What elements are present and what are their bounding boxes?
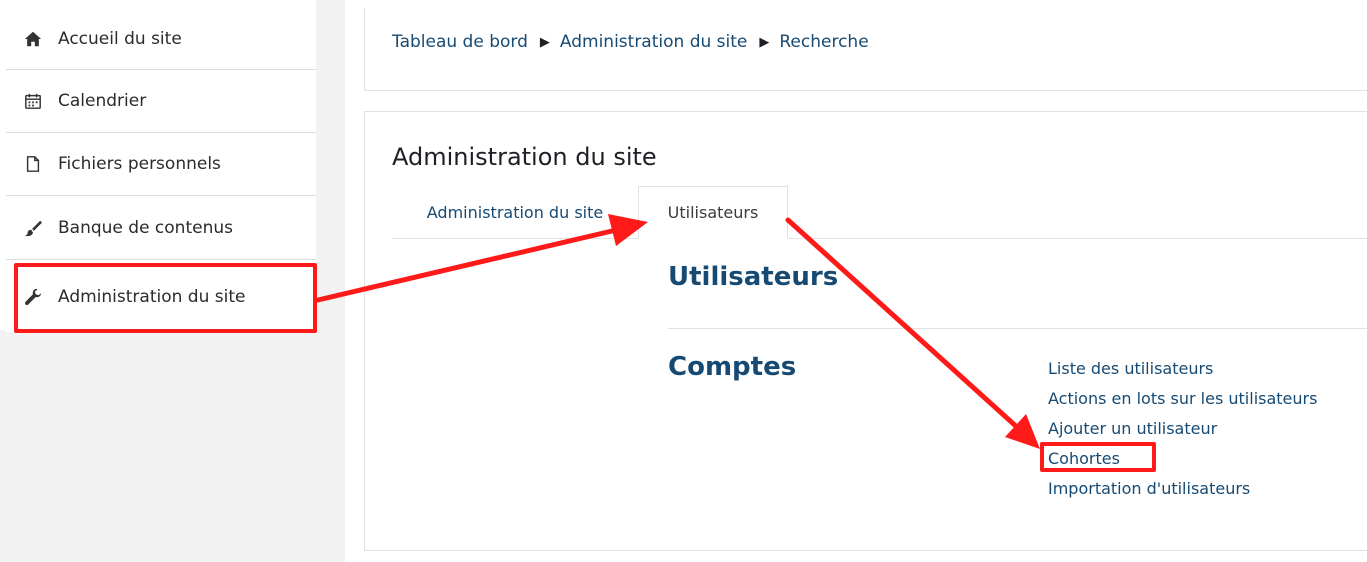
wrench-icon [22, 286, 44, 308]
link-bulk-user-actions[interactable]: Actions en lots sur les utilisateurs [1048, 384, 1317, 414]
sidebar-item-label: Banque de contenus [58, 217, 233, 238]
sidebar-item-label: Accueil du site [58, 28, 182, 49]
link-cohorts[interactable]: Cohortes [1048, 444, 1317, 474]
section-divider [668, 328, 1367, 329]
sidebar-item-label: Calendrier [58, 91, 147, 111]
sidebar-item-content-bank[interactable]: Banque de contenus [6, 196, 316, 260]
sidebar-item-files[interactable]: Fichiers personnels [6, 133, 316, 196]
page-title: Administration du site [392, 143, 657, 171]
accounts-links-list: Liste des utilisateurs Actions en lots s… [1048, 354, 1317, 504]
subsection-title: Comptes [668, 352, 797, 382]
breadcrumb-item-dashboard[interactable]: Tableau de bord [392, 32, 528, 52]
link-add-user[interactable]: Ajouter un utilisateur [1048, 414, 1317, 444]
breadcrumb: Tableau de bord ▶ Administration du site… [392, 32, 869, 52]
home-icon [22, 28, 44, 50]
breadcrumb-item-site-admin[interactable]: Administration du site [560, 32, 747, 52]
breadcrumb-separator-icon: ▶ [539, 34, 550, 50]
sidebar-item-site-admin[interactable]: Administration du site [6, 262, 316, 332]
link-user-list[interactable]: Liste des utilisateurs [1048, 354, 1317, 384]
file-icon [22, 153, 44, 175]
sidebar-item-label: Fichiers personnels [58, 154, 221, 174]
calendar-icon [22, 90, 44, 112]
tab-site-admin[interactable]: Administration du site [400, 186, 630, 239]
sidebar-item-home[interactable]: Accueil du site [6, 8, 316, 70]
section-title: Utilisateurs [668, 262, 839, 292]
brush-icon [22, 217, 44, 239]
breadcrumb-separator-icon: ▶ [759, 34, 770, 50]
sidebar-item-calendar[interactable]: Calendrier [6, 70, 316, 133]
link-upload-users[interactable]: Importation d'utilisateurs [1048, 474, 1317, 504]
sidebar: Accueil du site Calendrier Fichiers pers… [0, 0, 345, 562]
sidebar-item-label: Administration du site [58, 287, 246, 307]
breadcrumb-item-search[interactable]: Recherche [779, 32, 868, 52]
tab-users[interactable]: Utilisateurs [638, 186, 788, 239]
